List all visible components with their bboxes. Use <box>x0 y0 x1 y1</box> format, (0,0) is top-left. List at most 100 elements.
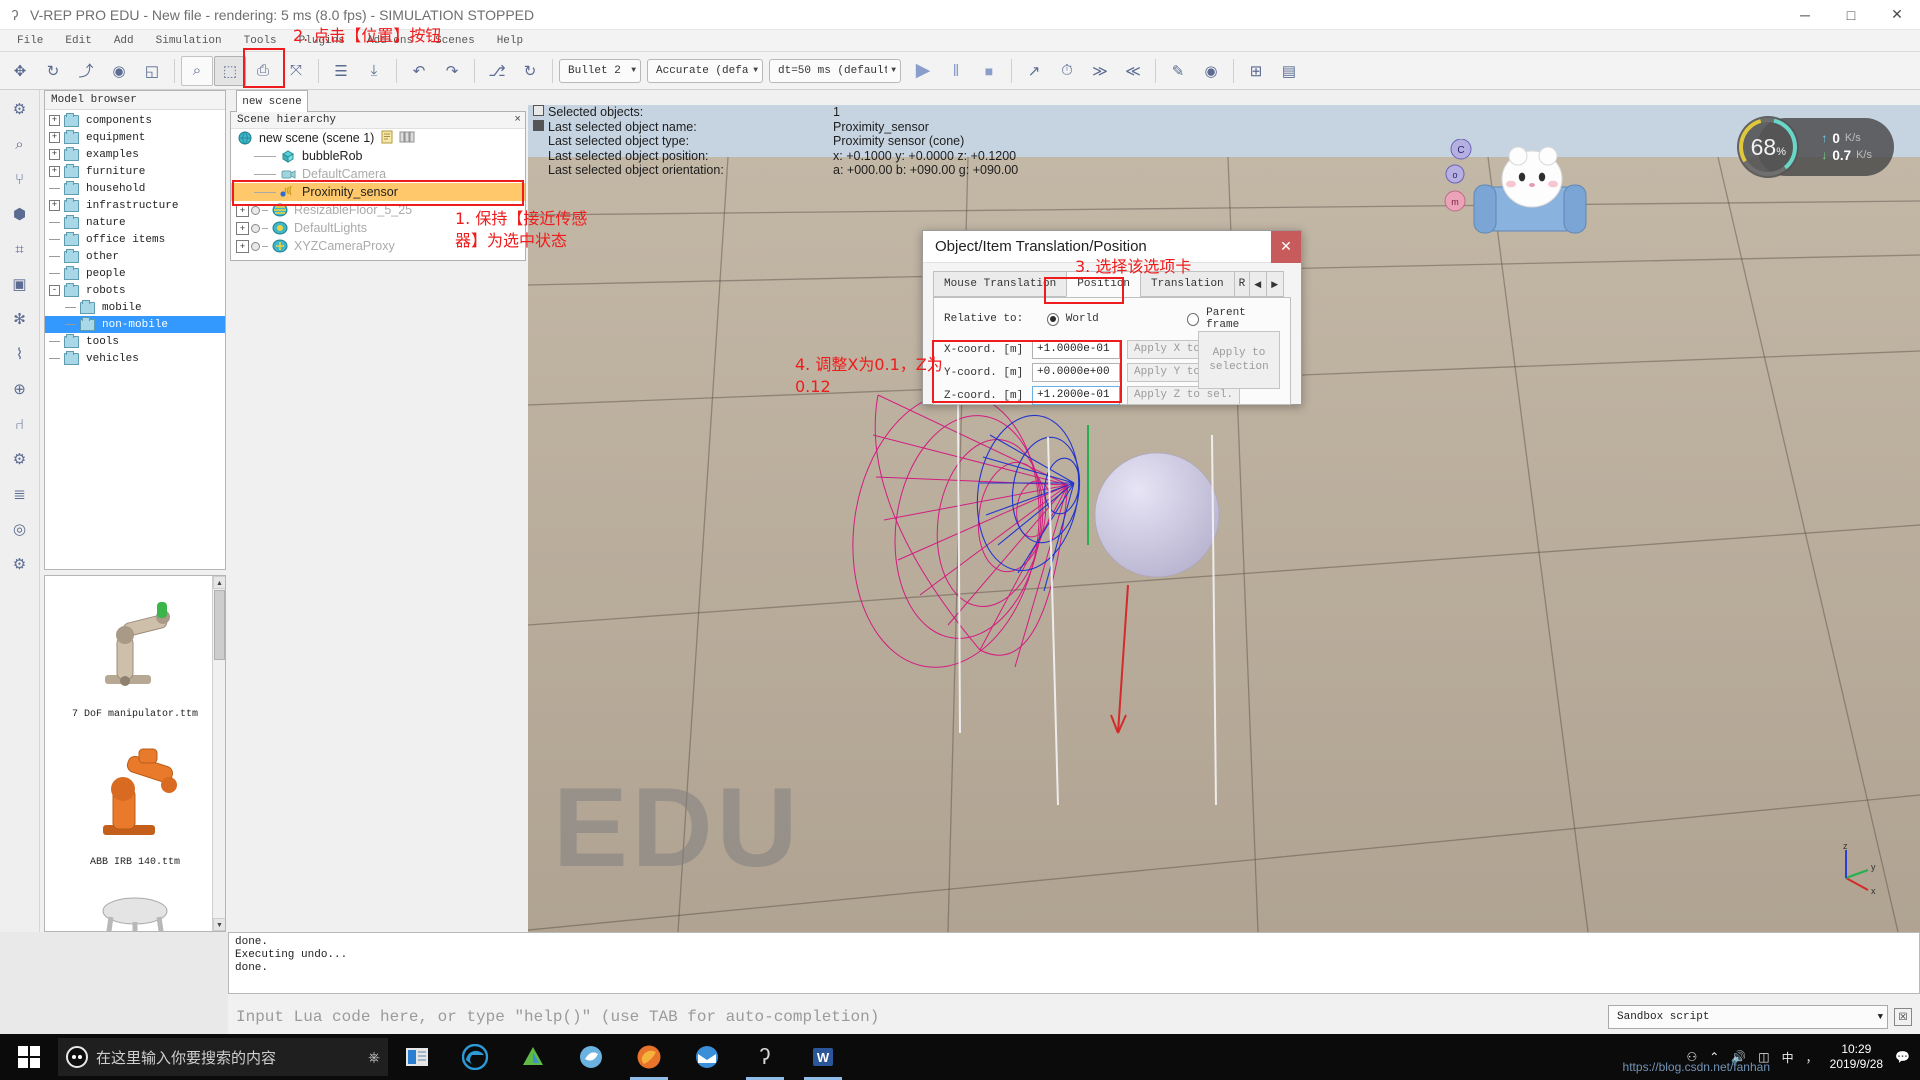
real-time-icon[interactable]: ⏱ <box>1051 56 1083 86</box>
taskbar-app-thunderbird[interactable] <box>678 1034 736 1080</box>
clear-console-button[interactable]: ☒ <box>1894 1008 1912 1026</box>
model-browser-item-furniture[interactable]: +furniture <box>45 163 225 180</box>
model-browser-item-examples[interactable]: +examples <box>45 146 225 163</box>
taskbar-app-word[interactable]: W <box>794 1034 852 1080</box>
visualize-icon[interactable]: ✎ <box>1162 56 1194 86</box>
notification-icon[interactable]: 💬 <box>1895 1050 1910 1064</box>
ime-mode-icon[interactable]: ， <box>1806 1049 1818 1066</box>
dialog-close-button[interactable]: ✕ <box>1271 231 1301 263</box>
tool-settings-icon[interactable]: ⚙ <box>6 551 34 577</box>
tabs-next-button[interactable]: ▶ <box>1266 271 1284 297</box>
taskbar-clock[interactable]: 10:29 2019/9/28 <box>1830 1042 1883 1072</box>
model-browser-item-household[interactable]: household <box>45 180 225 197</box>
scroll-up-icon[interactable]: ▲ <box>213 576 226 589</box>
hierarchy-item-bubbleRob[interactable]: bubbleRob <box>231 147 525 165</box>
radio-parent-frame[interactable] <box>1187 313 1199 326</box>
physics-engine-select[interactable]: Bullet 2 ▼ <box>559 59 641 83</box>
script-selector[interactable]: Sandbox script ▼ <box>1608 1005 1888 1029</box>
tabs-prev-button[interactable]: ◀ <box>1249 271 1267 297</box>
scene-tab[interactable]: new scene <box>236 90 308 112</box>
taskbar-app-edge[interactable] <box>446 1034 504 1080</box>
start-button[interactable] <box>0 1034 58 1080</box>
model-browser-item-equipment[interactable]: +equipment <box>45 129 225 146</box>
tool-force-icon[interactable]: ⑁ <box>6 411 34 437</box>
tool-script-icon[interactable]: ≣ <box>6 481 34 507</box>
close-icon[interactable]: × <box>514 114 521 126</box>
clipping-planes-icon[interactable]: ◱ <box>136 56 168 86</box>
collapse-icon[interactable]: - <box>49 285 60 296</box>
page-icon[interactable]: ⊞ <box>1240 56 1272 86</box>
model-browser-item-tools[interactable]: tools <box>45 333 225 350</box>
model-browser-item-robots[interactable]: -robots <box>45 282 225 299</box>
close-button[interactable]: ✕ <box>1874 0 1920 30</box>
model-browser-item-nature[interactable]: nature <box>45 214 225 231</box>
tool-mill-icon[interactable]: ⚙ <box>6 446 34 472</box>
menu-edit[interactable]: Edit <box>54 30 102 52</box>
model-browser-item-infrastructure[interactable]: +infrastructure <box>45 197 225 214</box>
model-browser-item-non-mobile[interactable]: non-mobile <box>45 316 225 333</box>
tab-rotation[interactable]: R <box>1234 271 1250 297</box>
object-rotate-icon[interactable]: ↻ <box>37 56 69 86</box>
expand-icon[interactable]: + <box>49 200 60 211</box>
list-item[interactable]: ABB IRB 140.ttm <box>45 724 225 872</box>
model-browser-item-people[interactable]: people <box>45 265 225 282</box>
taskbar-app-vrep[interactable]: ʔ <box>736 1034 794 1080</box>
model-browser-item-other[interactable]: other <box>45 248 225 265</box>
layers-icon[interactable]: ▤ <box>1273 56 1305 86</box>
model-browser-item-mobile[interactable]: mobile <box>45 299 225 316</box>
microphone-icon[interactable]: ⎈ <box>368 1049 380 1066</box>
slow-down-icon[interactable]: ≪ <box>1117 56 1149 86</box>
expand-icon[interactable]: + <box>49 149 60 160</box>
lua-code-input[interactable]: Input Lua code here, or type "help()" (u… <box>228 1002 1608 1032</box>
tool-graph-icon[interactable]: ⌗ <box>6 236 34 262</box>
model-browser-item-components[interactable]: +components <box>45 112 225 129</box>
menu-add[interactable]: Add <box>103 30 145 52</box>
maximize-button[interactable]: □ <box>1828 0 1874 30</box>
list-item[interactable]: 7 DoF manipulator.ttm <box>45 576 225 724</box>
eye-icon[interactable]: ◉ <box>1195 56 1227 86</box>
camera-icon[interactable]: ◉ <box>103 56 135 86</box>
taskbar-app-store[interactable] <box>504 1034 562 1080</box>
scroll-down-icon[interactable]: ▼ <box>213 918 226 931</box>
taskbar-search-box[interactable]: 在这里输入你要搜索的内容 ⎈ <box>58 1038 388 1076</box>
scrollbar-thumb[interactable] <box>214 590 225 660</box>
menu-help[interactable]: Help <box>486 30 534 52</box>
minimize-button[interactable]: ─ <box>1782 0 1828 30</box>
menu-file[interactable]: File <box>6 30 54 52</box>
visibility-dot-icon[interactable] <box>251 242 260 251</box>
radio-world[interactable] <box>1047 313 1059 326</box>
model-browser-item-office-items[interactable]: office items <box>45 231 225 248</box>
accuracy-select[interactable]: Accurate (defau ▼ <box>647 59 763 83</box>
taskbar-app-firefox[interactable] <box>620 1034 678 1080</box>
collapse-icon[interactable] <box>533 105 544 116</box>
script-icon[interactable] <box>380 130 394 147</box>
visibility-dot-icon[interactable] <box>251 224 260 233</box>
assembly-icon[interactable]: ⎇ <box>481 56 513 86</box>
tool-dummy-icon[interactable]: ⊕ <box>6 376 34 402</box>
expand-icon[interactable]: + <box>49 115 60 126</box>
tool-shape-icon[interactable]: ⬢ <box>6 201 34 227</box>
undo-icon[interactable]: ↶ <box>403 56 435 86</box>
tool-dynamics-icon[interactable]: ◎ <box>6 516 34 542</box>
list-item[interactable]: ABB IRB 360.ttm <box>45 872 225 932</box>
expand-icon[interactable]: + <box>236 222 249 235</box>
tool-gear-icon[interactable]: ⚙ <box>6 96 34 122</box>
page-selector-icon[interactable]: ⌕ <box>181 56 213 86</box>
thread-render-icon[interactable]: ↗ <box>1018 56 1050 86</box>
object-shift-icon[interactable]: ✥ <box>4 56 36 86</box>
expand-icon[interactable]: + <box>236 240 249 253</box>
model-thumbnail-list[interactable]: 7 DoF manipulator.ttm ABB IRB 140.ttm <box>44 575 226 932</box>
calculation-modules-icon[interactable]: ☰ <box>325 56 357 86</box>
tool-joint-icon[interactable]: ⑂ <box>6 166 34 192</box>
transfer-icon[interactable]: ⤓ <box>358 56 390 86</box>
pause-simulation-button[interactable]: ‖ <box>940 56 972 86</box>
start-simulation-button[interactable]: ▶ <box>907 56 939 86</box>
tool-path-icon[interactable]: ⌇ <box>6 341 34 367</box>
taskbar-app-taskview[interactable] <box>388 1034 446 1080</box>
menu-simulation[interactable]: Simulation <box>145 30 233 52</box>
redo-icon[interactable]: ↷ <box>436 56 468 86</box>
model-browser-item-vehicles[interactable]: vehicles <box>45 350 225 367</box>
tool-camera-icon[interactable]: ▣ <box>6 271 34 297</box>
dynamic-content-icon[interactable]: ↻ <box>514 56 546 86</box>
model-list-scrollbar[interactable]: ▲ ▼ <box>212 576 225 931</box>
